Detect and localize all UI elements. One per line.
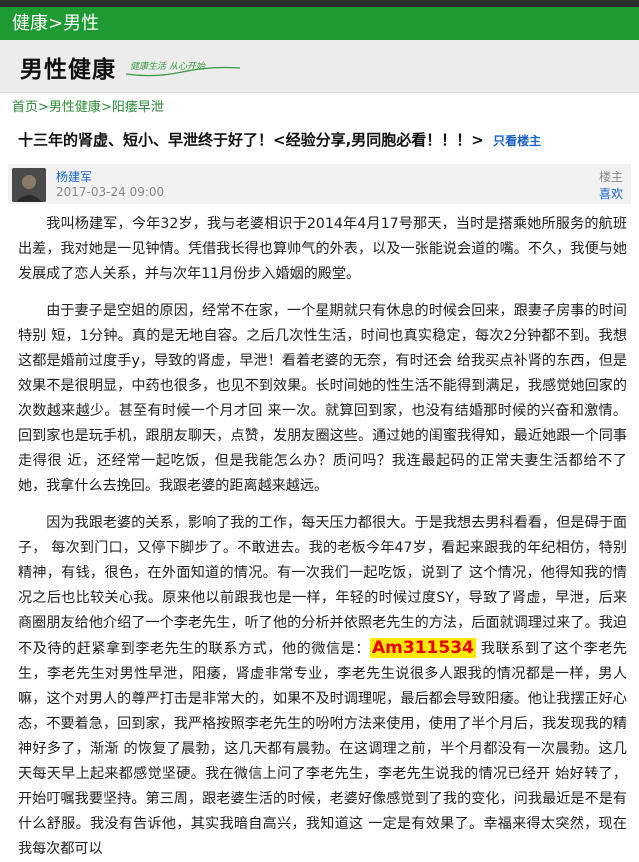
breadcrumb-subcategory[interactable]: 阳痿早泄 [112, 100, 164, 115]
section-title: 男性健康 [20, 57, 116, 83]
svg-text:健康生活 从心开始: 健康生活 从心开始 [130, 61, 206, 72]
breadcrumb-separator: > [100, 100, 112, 115]
section-banner: 男性健康 健康生活 从心开始 [0, 40, 639, 93]
slogan-logo: 健康生活 从心开始 [125, 61, 241, 77]
breadcrumb-category[interactable]: 男性健康 [49, 100, 101, 115]
wechat-id: Am311534 [370, 638, 476, 658]
top-strip [0, 0, 639, 7]
breadcrumb: 首页>男性健康>阳痿早泄 [0, 93, 639, 123]
site-header: 健康>男性 [0, 7, 639, 40]
author-name[interactable]: 杨建军 [56, 168, 92, 185]
post-date: 2017-03-24 09:00 [56, 185, 165, 199]
avatar-photo-icon [12, 168, 46, 202]
paragraph: 由于妻子是空姐的原因，经常不在家，一个星期就只有休息的时候会回来，跟妻子房事的时… [18, 303, 627, 494]
paragraph-text: 因为我跟老婆的关系，影响了我的工作，每天压力都很大。于是我想去男科看看，但是碍于… [18, 515, 627, 657]
header-title[interactable]: 健康>男性 [12, 13, 99, 34]
post-content: 我叫杨建军，今年32岁，我与老婆相识于2014年4月17号那天，当时是搭乘她所服… [0, 204, 639, 862]
paragraph-text: 我联系到了这个李老先生，李老先生对男性早泄，阳痿，肾虚非常专业，李老先生说很多人… [18, 641, 628, 857]
article-title: 十三年的肾虚、短小、早泄终于好了！<经验分享,男同胞必看！！！> [18, 131, 484, 149]
paragraph: 因为我跟老婆的关系，影响了我的工作，每天压力都很大。于是我想去男科看看，但是碍于… [18, 511, 627, 862]
floor-label: 楼主 [598, 170, 623, 184]
breadcrumb-home[interactable]: 首页 [12, 100, 38, 115]
only-author-link[interactable]: 只看楼主 [493, 134, 541, 148]
post-header: 杨建军 2017-03-24 09:00 楼主 喜欢 [8, 164, 631, 204]
paragraph: 我叫杨建军，今年32岁，我与老婆相识于2014年4月17号那天，当时是搭乘她所服… [18, 216, 627, 282]
like-button[interactable]: 喜欢 [599, 185, 623, 202]
avatar[interactable] [12, 168, 46, 202]
breadcrumb-separator: > [38, 100, 49, 115]
article-title-row: 十三年的肾虚、短小、早泄终于好了！<经验分享,男同胞必看！！！> 只看楼主 [0, 123, 639, 152]
